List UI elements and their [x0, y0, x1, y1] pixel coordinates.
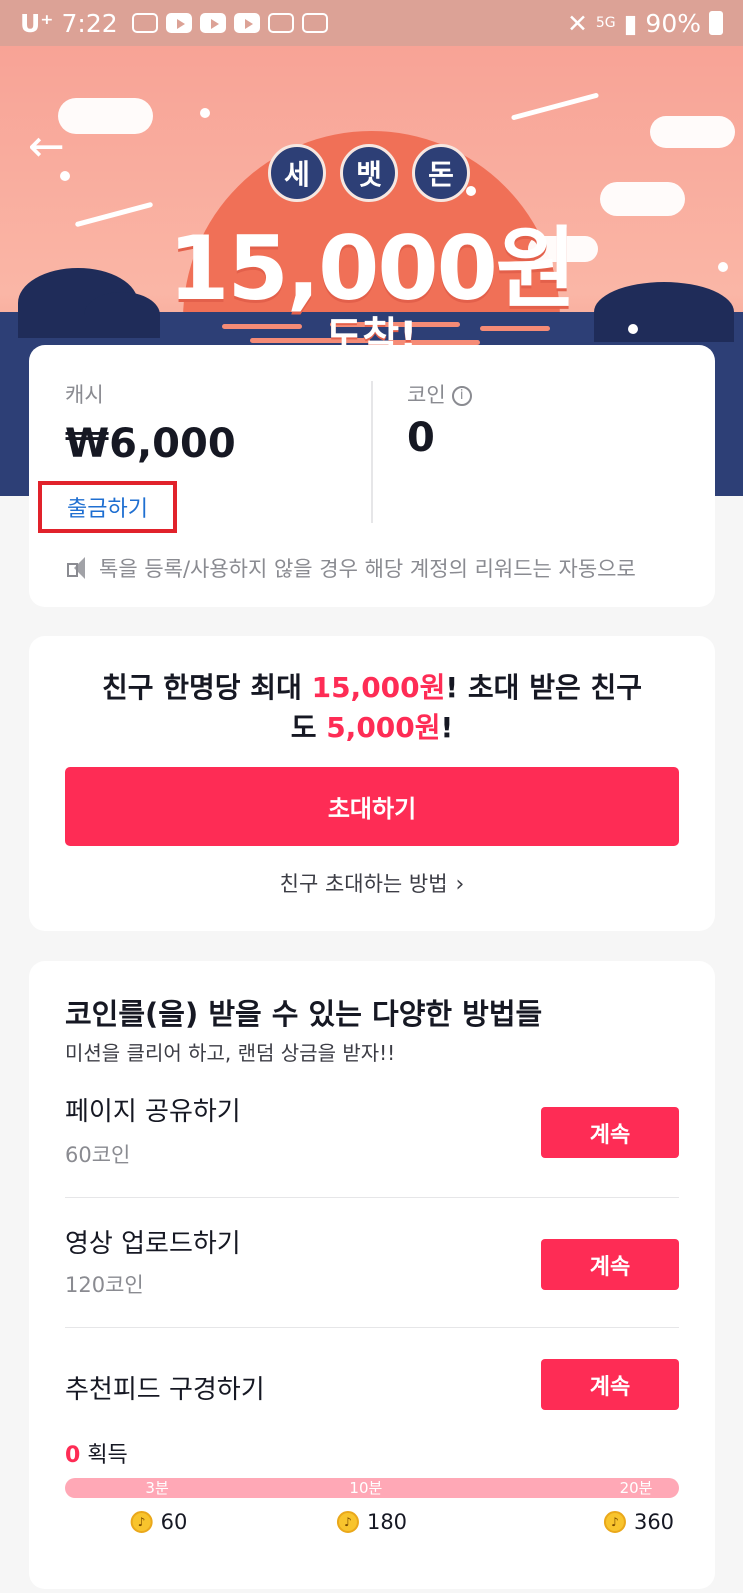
snow-dot: [200, 108, 210, 118]
chat-notification-icon: [131, 13, 158, 33]
continue-button[interactable]: 계속: [541, 1107, 679, 1158]
invite-button[interactable]: 초대하기: [65, 767, 679, 846]
milestone-reward-value: 360: [633, 1510, 675, 1534]
crane-illustration: [510, 92, 600, 121]
invite-how-link[interactable]: 친구 초대하는 방법 ›: [29, 868, 715, 898]
milestone-reward: ♪ 60: [130, 1510, 188, 1534]
seal-row: 세 뱃 돈: [268, 144, 470, 202]
invite-text: 친구 한명당 최대 15,000원! 초대 받은 친구 도 5,000원!: [29, 668, 715, 748]
coin-label: 코인: [407, 383, 446, 407]
notice-text: 톡을 등록/사용하지 않을 경우 해당 계정의 리워드는 자동으로: [99, 557, 636, 581]
coin-icon: ♪: [130, 1511, 153, 1533]
invite-highlight: 15,000원: [311, 671, 446, 704]
invite-highlight: 5,000원: [326, 711, 441, 744]
coin-value: 0: [407, 415, 435, 461]
back-arrow-icon[interactable]: ←: [28, 124, 74, 170]
seal-char: 뱃: [340, 144, 398, 202]
cash-label: 캐시: [65, 383, 104, 407]
notice: 톡을 등록/사용하지 않을 경우 해당 계정의 리워드는 자동으로: [65, 553, 636, 583]
clock: 7:22: [61, 8, 118, 38]
milestone-label: 20분: [619, 1479, 653, 1497]
youtube-notification-icon: [199, 13, 226, 33]
info-icon[interactable]: i: [451, 386, 472, 406]
earn-title: 코인를(을) 받을 수 있는 다양한 방법들: [65, 997, 543, 1031]
carrier-label: U⁺: [20, 8, 54, 38]
chevron-right-icon: ›: [455, 872, 465, 897]
seal-char: 돈: [412, 144, 470, 202]
task-coins: 120코인: [65, 1273, 144, 1297]
cash-value: ₩6,000: [65, 421, 236, 467]
signal-icon: ▮: [623, 8, 638, 38]
withdraw-button[interactable]: 출금하기: [38, 481, 177, 533]
task-title: 영상 업로드하기: [65, 1229, 241, 1259]
battery-icon: [709, 11, 723, 35]
5g-icon: 5G: [595, 15, 616, 31]
cloud-illustration: [650, 116, 735, 148]
divider: [371, 381, 373, 523]
earn-subtitle: 미션을 클리어 하고, 랜덤 상금을 받자!!: [65, 1041, 396, 1065]
milestone-reward: ♪ 360: [603, 1510, 675, 1534]
watch-progress-bar: 3분 10분 20분: [65, 1478, 679, 1498]
milestone-reward-value: 180: [366, 1510, 408, 1534]
milestone-reward-value: 60: [160, 1510, 188, 1534]
coin-label-row: 코인 i: [407, 379, 472, 409]
seal-char: 세: [268, 144, 326, 202]
snow-dot: [60, 171, 70, 181]
mute-icon: ✕: [566, 8, 588, 38]
wallet-card: 캐시 ₩6,000 출금하기 코인 i 0 톡을 등록/사용하지 않을 경우 해당…: [29, 345, 715, 607]
invite-text-part: 도: [290, 711, 327, 744]
divider: [65, 1327, 679, 1328]
obtained-count: 0 획득: [65, 1437, 128, 1469]
milestone-label: 3분: [145, 1479, 169, 1497]
status-bar: U⁺ 7:22 ✕ 5G ▮ 90%: [0, 0, 743, 46]
obtained-number: 0: [65, 1443, 81, 1468]
task-title: 페이지 공유하기: [65, 1097, 241, 1127]
battery-percent: 90%: [645, 8, 701, 38]
continue-button[interactable]: 계속: [541, 1359, 679, 1410]
invite-how-label: 친구 초대하는 방법: [279, 872, 448, 896]
invite-text-part: ! 초대 받은 친구: [445, 671, 642, 704]
obtained-label: 획득: [87, 1443, 128, 1468]
coin-icon: ♪: [336, 1511, 359, 1533]
speaker-icon: [65, 555, 91, 581]
gallery-notification-icon: [301, 13, 328, 33]
task-title: 추천피드 구경하기: [65, 1375, 265, 1405]
invite-text-part: !: [440, 711, 454, 744]
youtube-notification-icon: [233, 13, 260, 33]
coin-icon: ♪: [603, 1511, 626, 1533]
task-coins: 60코인: [65, 1143, 131, 1167]
youtube-notification-icon: [165, 13, 192, 33]
invite-card: 친구 한명당 최대 15,000원! 초대 받은 친구 도 5,000원! 초대…: [29, 636, 715, 931]
earn-card: 코인를(을) 받을 수 있는 다양한 방법들 미션을 클리어 하고, 랜덤 상금…: [29, 961, 715, 1589]
milestone-reward: ♪ 180: [336, 1510, 408, 1534]
continue-button[interactable]: 계속: [541, 1239, 679, 1290]
milestone-label: 10분: [349, 1479, 383, 1497]
divider: [65, 1197, 679, 1198]
invite-text-part: 친구 한명당 최대: [102, 671, 312, 704]
app-notification-icon: [267, 13, 294, 33]
